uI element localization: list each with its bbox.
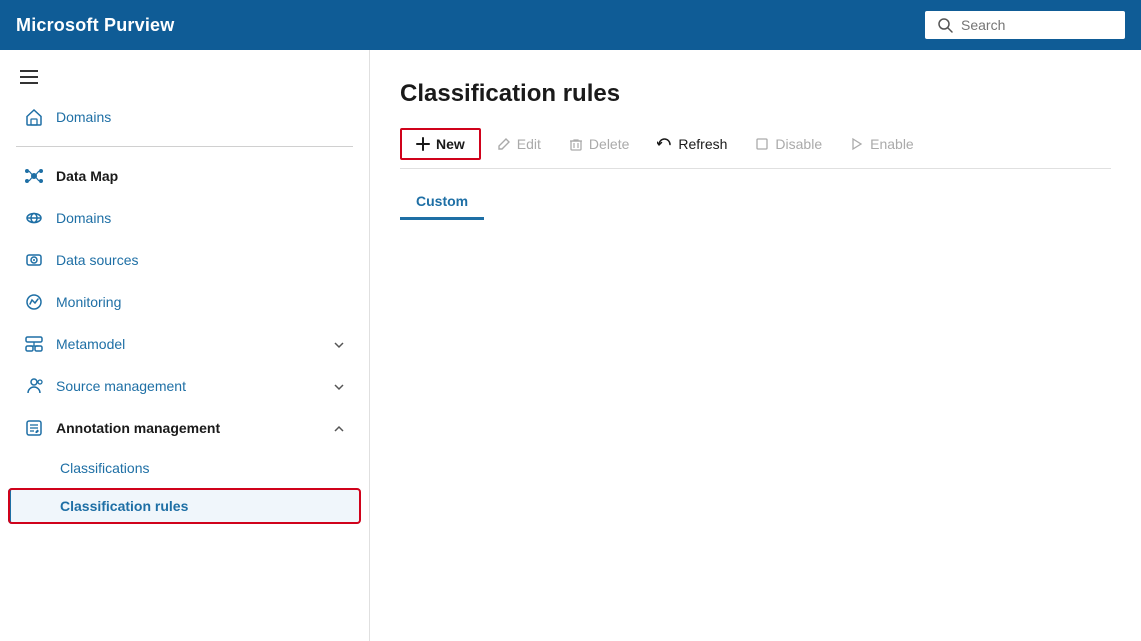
sidebar: Domains Data Map xyxy=(0,50,370,641)
source-management-chevron-icon xyxy=(333,378,345,394)
page-title: Classification rules xyxy=(400,80,1111,108)
sidebar-home-label: Domains xyxy=(56,109,111,125)
annotation-management-label: Annotation management xyxy=(56,420,220,436)
classifications-label: Classifications xyxy=(60,460,149,476)
tab-custom[interactable]: Custom xyxy=(400,185,484,220)
refresh-icon xyxy=(657,137,672,152)
sidebar-item-home[interactable]: Domains xyxy=(8,97,361,137)
search-input[interactable] xyxy=(961,17,1113,33)
enable-button[interactable]: Enable xyxy=(838,130,926,158)
sidebar-item-annotation-management[interactable]: Annotation management xyxy=(8,408,361,448)
sidebar-item-metamodel[interactable]: Metamodel xyxy=(8,324,361,364)
source-management-icon xyxy=(24,376,44,396)
sidebar-item-domains[interactable]: Domains xyxy=(8,198,361,238)
sidebar-sub-item-classification-rules[interactable]: Classification rules xyxy=(8,488,361,524)
search-icon xyxy=(937,17,953,33)
metamodel-label: Metamodel xyxy=(56,336,125,352)
edit-label: Edit xyxy=(517,136,541,152)
toolbar: New Edit Delete xyxy=(400,128,1111,169)
edit-button[interactable]: Edit xyxy=(485,130,553,158)
edit-icon xyxy=(497,137,511,151)
main-area: Domains Data Map xyxy=(0,50,1141,641)
content-inner: Classification rules New Edit xyxy=(370,50,1141,641)
disable-icon xyxy=(755,137,769,151)
data-map-icon xyxy=(24,166,44,186)
domains-icon xyxy=(24,208,44,228)
topbar: Microsoft Purview xyxy=(0,0,1141,50)
sidebar-item-source-management[interactable]: Source management xyxy=(8,366,361,406)
monitoring-label: Monitoring xyxy=(56,294,121,310)
data-sources-icon xyxy=(24,250,44,270)
classification-rules-label: Classification rules xyxy=(60,498,188,514)
content-area: Classification rules New Edit xyxy=(370,50,1141,641)
app-title: Microsoft Purview xyxy=(16,15,174,36)
enable-label: Enable xyxy=(870,136,914,152)
annotation-icon xyxy=(24,418,44,438)
metamodel-icon xyxy=(24,334,44,354)
custom-tab-label: Custom xyxy=(416,193,468,209)
hamburger-button[interactable] xyxy=(16,66,42,88)
monitoring-icon xyxy=(24,292,44,312)
tab-bar: Custom xyxy=(400,185,1111,220)
disable-button[interactable]: Disable xyxy=(743,130,834,158)
sidebar-divider-1 xyxy=(16,146,353,147)
sidebar-sub-item-classifications[interactable]: Classifications xyxy=(8,450,361,486)
data-map-label: Data Map xyxy=(56,168,118,184)
sidebar-item-data-map[interactable]: Data Map xyxy=(8,156,361,196)
new-label: New xyxy=(436,136,465,152)
enable-icon xyxy=(850,137,864,151)
disable-label: Disable xyxy=(775,136,822,152)
new-button[interactable]: New xyxy=(400,128,481,160)
metamodel-chevron-icon xyxy=(333,336,345,352)
data-sources-label: Data sources xyxy=(56,252,138,268)
domains-label: Domains xyxy=(56,210,111,226)
search-box[interactable] xyxy=(925,11,1125,39)
annotation-management-chevron-icon xyxy=(333,420,345,436)
home-icon xyxy=(24,107,44,127)
refresh-button[interactable]: Refresh xyxy=(645,130,739,158)
delete-label: Delete xyxy=(589,136,629,152)
delete-button[interactable]: Delete xyxy=(557,130,641,158)
sidebar-item-monitoring[interactable]: Monitoring xyxy=(8,282,361,322)
trash-icon xyxy=(569,137,583,151)
plus-icon xyxy=(416,137,430,151)
sidebar-top xyxy=(0,50,369,96)
source-management-label: Source management xyxy=(56,378,186,394)
sidebar-item-data-sources[interactable]: Data sources xyxy=(8,240,361,280)
refresh-label: Refresh xyxy=(678,136,727,152)
